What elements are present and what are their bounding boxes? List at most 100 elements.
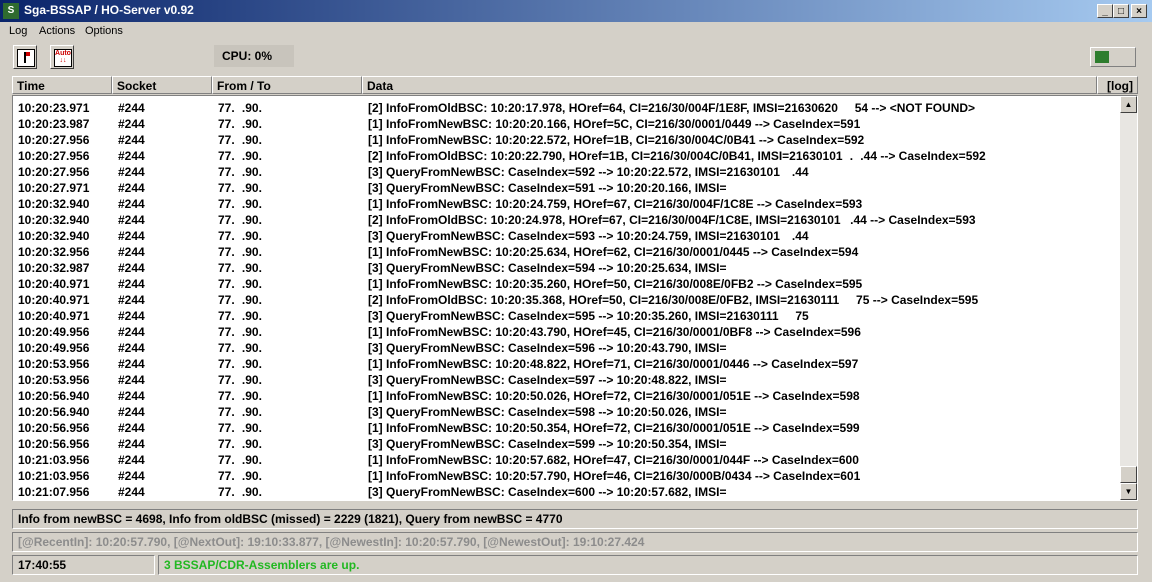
row-from-to: 77. .90. <box>218 197 267 211</box>
row-socket: #244 <box>118 101 145 115</box>
row-time: 10:21:03.956 <box>18 469 90 483</box>
column-from-to[interactable]: From / To <box>212 76 362 94</box>
row-from-to: 77. .90. <box>218 213 267 227</box>
row-data: [3] QueryFromNewBSC: CaseIndex=600 --> 1… <box>368 485 727 499</box>
row-socket: #244 <box>118 437 145 451</box>
log-row[interactable]: 10:20:40.971 #244 77. .90. [3] QueryFromNe… <box>13 308 1123 324</box>
row-data: [1] InfoFromNewBSC: 10:20:50.354, HOref=… <box>368 421 860 435</box>
row-socket: #244 <box>118 485 145 499</box>
row-time: 10:20:40.971 <box>18 277 90 291</box>
window-title: Sga-BSSAP / HO-Server v0.92 <box>24 3 194 17</box>
row-time: 10:20:49.956 <box>18 341 90 355</box>
maximize-button[interactable]: □ <box>1113 4 1129 18</box>
row-socket: #244 <box>118 165 145 179</box>
row-time: 10:20:23.987 <box>18 117 90 131</box>
menu-log[interactable]: Log <box>9 25 27 37</box>
row-data: [1] InfoFromNewBSC: 10:20:50.026, HOref=… <box>368 389 860 403</box>
scroll-down-button[interactable]: ▼ <box>1120 483 1137 500</box>
menu-options[interactable]: Options <box>85 25 123 37</box>
row-time: 10:20:32.940 <box>18 213 90 227</box>
log-row[interactable]: 10:20:56.940 #244 77. .90. [3] QueryFromNe… <box>13 404 1123 420</box>
log-row[interactable]: 10:20:49.956 #244 77. .90. [3] QueryFromNe… <box>13 340 1123 356</box>
row-from-to: 77. .90. <box>218 245 267 259</box>
log-row[interactable]: 10:20:32.940 #244 77. .90. [2] InfoFromOld… <box>13 212 1123 228</box>
column-socket[interactable]: Socket <box>112 76 212 94</box>
row-socket: #244 <box>118 341 145 355</box>
row-data: [3] QueryFromNewBSC: CaseIndex=592 --> 1… <box>368 165 809 179</box>
log-row[interactable]: 10:20:23.987 #244 77. .90. [1] InfoFromNew… <box>13 116 1123 132</box>
log-row[interactable]: 10:21:07.956 #244 77. .90. [3] QueryFromNe… <box>13 484 1123 500</box>
row-time: 10:20:56.956 <box>18 437 90 451</box>
log-row[interactable]: 10:20:53.956 #244 77. .90. [3] QueryFromNe… <box>13 372 1123 388</box>
log-row[interactable]: 10:21:03.956 #244 77. .90. [1] InfoFromNew… <box>13 468 1123 484</box>
column-data[interactable]: Data <box>362 76 1097 94</box>
recent-times-panel: [@RecentIn]: 10:20:57.790, [@NextOut]: 1… <box>12 532 1138 552</box>
row-time: 10:20:40.971 <box>18 309 90 323</box>
log-row[interactable]: 10:20:27.956 #244 77. .90. [3] QueryFromNe… <box>13 164 1123 180</box>
row-data: [2] InfoFromOldBSC: 10:20:17.978, HOref=… <box>368 101 976 115</box>
row-from-to: 77. .90. <box>218 133 267 147</box>
row-data: [2] InfoFromOldBSC: 10:20:24.978, HOref=… <box>368 213 976 227</box>
log-row[interactable]: 10:20:32.956 #244 77. .90. [1] InfoFromNew… <box>13 244 1123 260</box>
column-time[interactable]: Time <box>12 76 112 94</box>
scroll-up-button[interactable]: ▲ <box>1120 96 1137 113</box>
log-row[interactable]: 10:20:32.940 #244 77. .90. [1] InfoFromNew… <box>13 196 1123 212</box>
log-list[interactable]: 10:20:23.971 #244 77. .90. [2] InfoFromOld… <box>12 95 1138 501</box>
row-from-to: 77. .90. <box>218 101 267 115</box>
cpu-indicator: CPU: 0% <box>214 45 294 67</box>
menu-bar: Log Actions Options <box>0 22 1152 42</box>
row-from-to: 77. .90. <box>218 469 267 483</box>
row-from-to: 77. .90. <box>218 357 267 371</box>
menu-actions[interactable]: Actions <box>39 25 75 37</box>
row-data: [1] InfoFromNewBSC: 10:20:57.682, HOref=… <box>368 453 859 467</box>
row-data: [3] QueryFromNewBSC: CaseIndex=596 --> 1… <box>368 341 727 355</box>
minimize-button[interactable]: _ <box>1097 4 1113 18</box>
auto-icon: Auto ↓↓ <box>54 49 72 67</box>
row-time: 10:20:40.971 <box>18 293 90 307</box>
row-from-to: 77. .90. <box>218 437 267 451</box>
log-row[interactable]: 10:20:27.956 #244 77. .90. [2] InfoFromOld… <box>13 148 1123 164</box>
row-from-to: 77. .90. <box>218 165 267 179</box>
log-row[interactable]: 10:20:32.940 #244 77. .90. [3] QueryFromNe… <box>13 228 1123 244</box>
vertical-scrollbar[interactable]: ▲ ▼ <box>1120 96 1137 500</box>
close-button[interactable]: × <box>1131 4 1147 18</box>
app-icon[interactable]: S <box>3 3 19 19</box>
status-clock: 17:40:55 <box>12 555 155 575</box>
row-from-to: 77. .90. <box>218 373 267 387</box>
row-socket: #244 <box>118 117 145 131</box>
row-socket: #244 <box>118 245 145 259</box>
row-data: [1] InfoFromNewBSC: 10:20:48.822, HOref=… <box>368 357 859 371</box>
row-from-to: 77. .90. <box>218 325 267 339</box>
flag-button[interactable] <box>13 45 37 69</box>
row-time: 10:20:32.940 <box>18 197 90 211</box>
log-row[interactable]: 10:20:27.971 #244 77. .90. [3] QueryFromNe… <box>13 180 1123 196</box>
row-data: [3] QueryFromNewBSC: CaseIndex=594 --> 1… <box>368 261 727 275</box>
row-time: 10:20:23.971 <box>18 101 90 115</box>
row-socket: #244 <box>118 277 145 291</box>
row-time: 10:20:32.940 <box>18 229 90 243</box>
tray-status[interactable] <box>1090 47 1136 67</box>
row-socket: #244 <box>118 293 145 307</box>
log-row[interactable]: 10:20:40.971 #244 77. .90. [1] InfoFromNew… <box>13 276 1123 292</box>
flag-icon <box>17 49 35 67</box>
scroll-thumb[interactable] <box>1120 466 1137 483</box>
row-from-to: 77. .90. <box>218 453 267 467</box>
log-row[interactable]: 10:20:56.956 #244 77. .90. [3] QueryFromNe… <box>13 436 1123 452</box>
auto-button[interactable]: Auto ↓↓ <box>50 45 74 69</box>
log-row[interactable]: 10:20:40.971 #244 77. .90. [2] InfoFromOld… <box>13 292 1123 308</box>
log-row[interactable]: 10:20:27.956 #244 77. .90. [1] InfoFromNew… <box>13 132 1123 148</box>
log-row[interactable]: 10:20:56.940 #244 77. .90. [1] InfoFromNew… <box>13 388 1123 404</box>
row-data: [3] QueryFromNewBSC: CaseIndex=593 --> 1… <box>368 229 809 243</box>
log-row[interactable]: 10:21:03.956 #244 77. .90. [1] InfoFromNew… <box>13 452 1123 468</box>
row-socket: #244 <box>118 405 145 419</box>
log-toggle[interactable]: [log] <box>1097 76 1138 94</box>
log-row[interactable]: 10:20:49.956 #244 77. .90. [1] InfoFromNew… <box>13 324 1123 340</box>
row-time: 10:20:49.956 <box>18 325 90 339</box>
log-row[interactable]: 10:20:32.987 #244 77. .90. [3] QueryFromNe… <box>13 260 1123 276</box>
log-row[interactable]: 10:20:56.956 #244 77. .90. [1] InfoFromNew… <box>13 420 1123 436</box>
auto-button-label: Auto <box>55 50 71 57</box>
row-time: 10:20:56.940 <box>18 405 90 419</box>
row-from-to: 77. .90. <box>218 229 267 243</box>
log-row[interactable]: 10:20:53.956 #244 77. .90. [1] InfoFromNew… <box>13 356 1123 372</box>
log-row[interactable]: 10:20:23.971 #244 77. .90. [2] InfoFromOld… <box>13 100 1123 116</box>
